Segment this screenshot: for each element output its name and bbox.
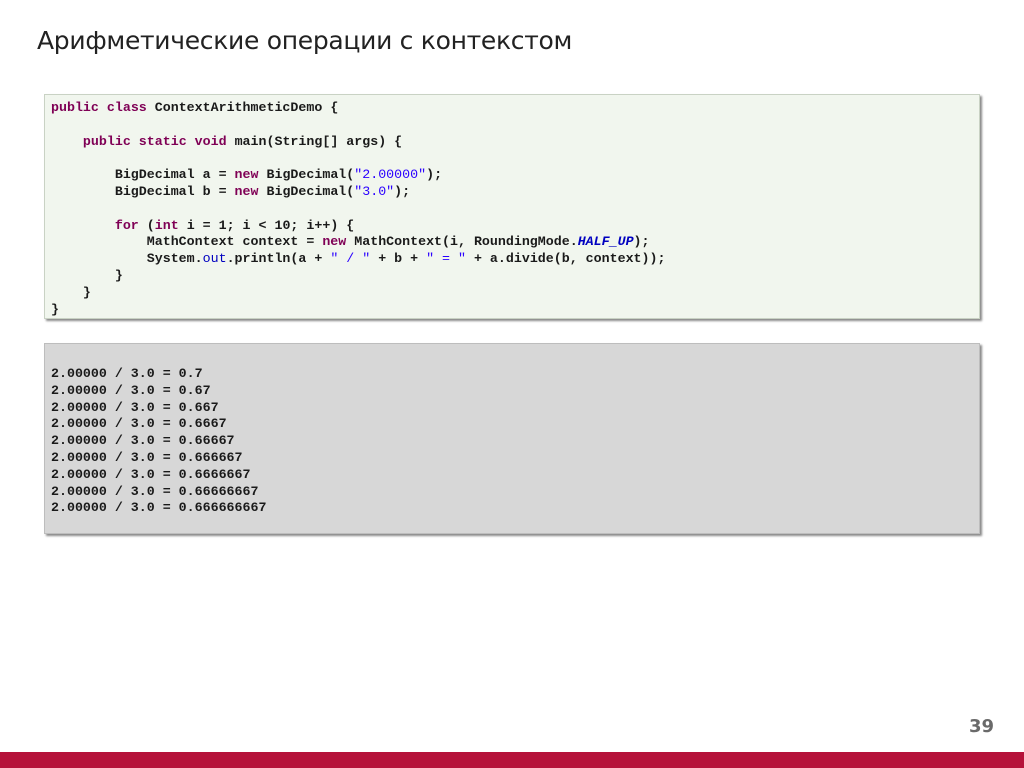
code-line: System.out.println(a + " / " + b + " = "… [51, 251, 979, 268]
code-line: } [51, 285, 979, 302]
static-field: HALF_UP [577, 234, 634, 250]
string-literal: " / " [330, 251, 371, 267]
code-text: MathContext(i, RoundingMode. [346, 234, 578, 250]
code-text: ContextArithmeticDemo { [154, 100, 339, 115]
output-line: 2.00000 / 3.0 = 0.667 [51, 399, 219, 415]
output-line: 2.00000 / 3.0 = 0.666667 [51, 449, 243, 465]
code-listing: public class ContextArithmeticDemo { pub… [44, 94, 980, 319]
keyword: new [234, 167, 259, 183]
output-line: 2.00000 / 3.0 = 0.666666667 [51, 500, 267, 516]
code-text: BigDecimal( [258, 167, 355, 183]
output-line: 2.00000 / 3.0 = 0.66667 [51, 433, 235, 449]
code-text: main(String[] args) { [234, 133, 403, 149]
code-text: i = 1; i < 10; i++) { [178, 217, 355, 233]
output-line: 2.00000 / 3.0 = 0.6667 [51, 416, 227, 432]
keyword: static [138, 133, 187, 149]
code-line: } [51, 302, 979, 319]
code-line: } [51, 268, 979, 285]
string-literal: "2.00000" [354, 167, 427, 183]
code-text: + b + [370, 251, 427, 267]
slide-title: Арифметические операции с контекстом [37, 26, 573, 55]
closing-brace: } [82, 284, 91, 300]
output-line: 2.00000 / 3.0 = 0.7 [51, 366, 203, 381]
keyword: public [51, 100, 99, 115]
code-text: System. [146, 251, 203, 267]
page-number: 39 [968, 716, 994, 737]
code-text: ); [426, 167, 443, 183]
code-text: ); [394, 183, 411, 199]
keyword: new [322, 234, 347, 250]
keyword: int [154, 217, 179, 233]
code-text: MathContext context = [146, 234, 323, 250]
code-text: + a.divide(b, context)); [465, 251, 666, 267]
code-text: BigDecimal( [258, 183, 355, 199]
code-text: .println(a + [226, 251, 331, 267]
string-literal: " = " [426, 251, 466, 267]
output-line: 2.00000 / 3.0 = 0.67 [51, 382, 211, 398]
closing-brace: } [114, 267, 123, 283]
code-text: ); [633, 234, 650, 250]
keyword: public [82, 133, 131, 149]
console-output: 2.00000 / 3.0 = 0.7 2.00000 / 3.0 = 0.67… [44, 343, 980, 534]
keyword: for [114, 217, 139, 233]
code-text: BigDecimal b = [114, 183, 235, 199]
keyword: class [106, 100, 147, 115]
code-line: BigDecimal a = new BigDecimal("2.00000")… [51, 167, 979, 184]
static-field: out [202, 251, 227, 267]
footer-accent-bar [0, 752, 1024, 768]
code-line: public class ContextArithmeticDemo { [51, 100, 979, 117]
output-line: 2.00000 / 3.0 = 0.6666667 [51, 466, 251, 482]
output-line: 2.00000 / 3.0 = 0.66666667 [51, 483, 259, 499]
closing-brace: } [51, 301, 59, 317]
code-line: public static void main(String[] args) { [51, 134, 979, 151]
keyword: new [234, 183, 259, 199]
keyword: void [194, 133, 227, 149]
code-text: ( [138, 217, 155, 233]
code-line: for (int i = 1; i < 10; i++) { [51, 218, 979, 235]
code-text: BigDecimal a = [114, 167, 235, 183]
code-line: MathContext context = new MathContext(i,… [51, 234, 979, 251]
code-line: BigDecimal b = new BigDecimal("3.0"); [51, 184, 979, 201]
string-literal: "3.0" [354, 183, 395, 199]
